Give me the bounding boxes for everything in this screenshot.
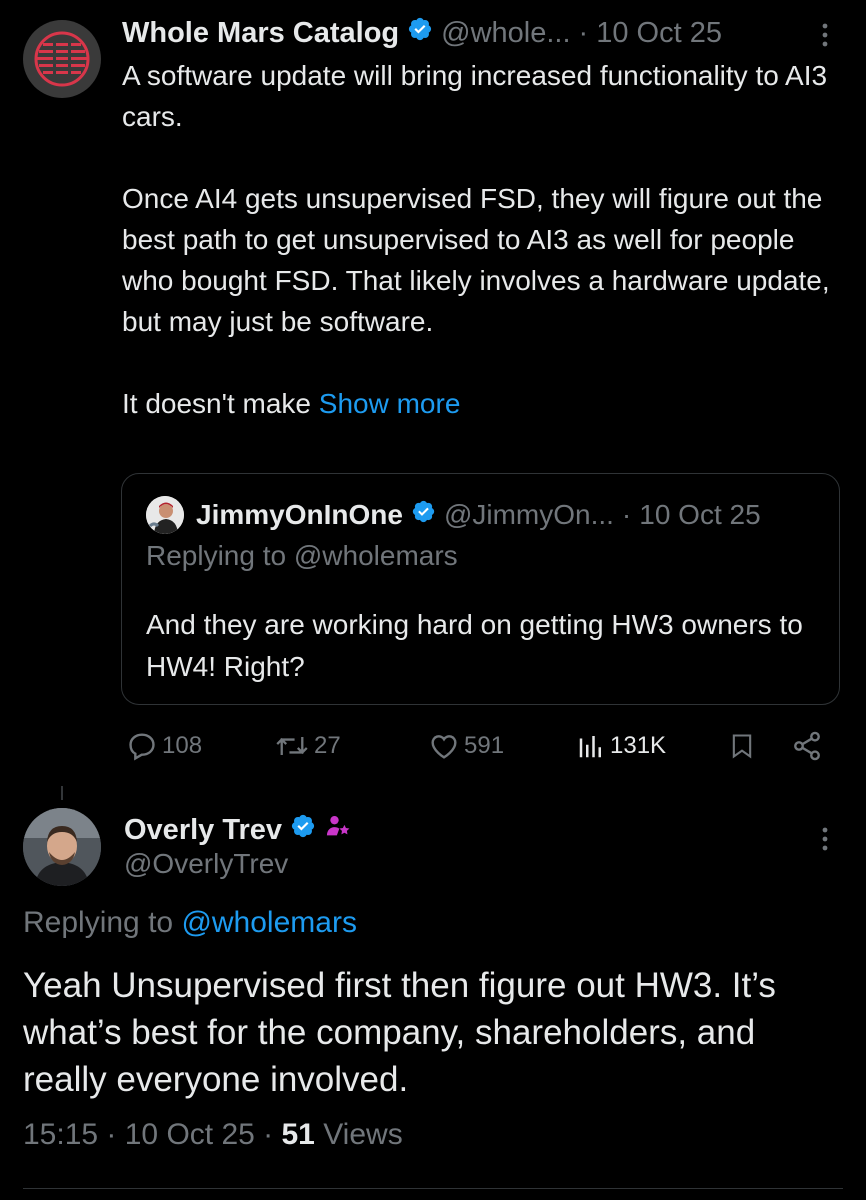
- avatar-whole-mars[interactable]: [23, 20, 101, 98]
- verified-badge-icon: [290, 813, 316, 847]
- avatar-jimmy: [146, 496, 184, 534]
- replying-to-handle-link[interactable]: @wholemars: [181, 906, 357, 939]
- reply-replying-to: Replying to @wholemars: [23, 906, 357, 940]
- reply-icon: [129, 733, 155, 761]
- reply-count: 108: [162, 732, 203, 759]
- reply-views-label: Views: [314, 1118, 403, 1151]
- reply-time[interactable]: 15:15: [23, 1118, 98, 1151]
- share-button[interactable]: [790, 728, 828, 764]
- header-separator: ·: [578, 16, 589, 49]
- divider: [23, 1188, 843, 1189]
- whole-mars-logo: [34, 31, 90, 87]
- reply-views-count: 51: [281, 1118, 315, 1151]
- quote-header: JimmyOnInOne @JimmyOn... · 10 Oct 25: [196, 494, 761, 536]
- views-button[interactable]: 131K: [576, 728, 666, 764]
- replying-prefix: Replying to: [23, 906, 182, 939]
- more-vert-icon[interactable]: [815, 824, 835, 854]
- repost-count: 27: [314, 732, 341, 759]
- quote-date: 10 Oct 25: [639, 499, 761, 530]
- reply-author-header: Overly Trev: [124, 810, 352, 850]
- meta-separator: ·: [254, 1118, 282, 1151]
- verified-badge-icon: [407, 16, 433, 50]
- reply-author-name[interactable]: Overly Trev: [124, 814, 282, 847]
- quote-text: And they are working hard on getting HW3…: [146, 609, 803, 682]
- tweet-paragraph: Once AI4 gets unsupervised FSD, they wil…: [122, 183, 830, 337]
- repost-icon: [276, 737, 308, 755]
- like-button[interactable]: 591: [428, 728, 504, 764]
- quoted-tweet-card[interactable]: JimmyOnInOne @JimmyOn... · 10 Oct 25 Rep…: [121, 473, 840, 705]
- tweet-paragraph: A software update will bring increased f…: [122, 60, 828, 132]
- quote-author-name[interactable]: JimmyOnInOne: [196, 499, 403, 531]
- reply-author-handle[interactable]: @OverlyTrev: [124, 848, 288, 880]
- meta-separator: ·: [98, 1118, 125, 1151]
- author-handle[interactable]: @whole...: [441, 17, 570, 50]
- more-vert-icon[interactable]: [815, 20, 835, 50]
- tweet-truncated-line: It doesn't make Show more: [122, 383, 842, 424]
- share-icon: [794, 731, 820, 761]
- views-count: 131K: [610, 732, 667, 759]
- avatar-overly-trev[interactable]: [23, 808, 101, 886]
- quote-separator: ·: [621, 499, 632, 530]
- reply-meta: 15:15 · 10 Oct 25 · 51 Views: [23, 1118, 403, 1152]
- bookmark-icon: [732, 734, 752, 759]
- reply-date[interactable]: 10 Oct 25: [125, 1118, 255, 1151]
- like-icon: [431, 735, 457, 759]
- like-count: 591: [464, 732, 505, 759]
- repost-button[interactable]: 27: [274, 728, 341, 764]
- bookmark-button[interactable]: [728, 728, 760, 764]
- thread-connector-line: [61, 786, 63, 800]
- views-icon: [579, 736, 601, 758]
- reply-button[interactable]: 108: [126, 728, 202, 764]
- tweet-date[interactable]: 10 Oct 25: [596, 17, 722, 50]
- author-name[interactable]: Whole Mars Catalog: [122, 17, 399, 50]
- reply-text: Yeah Unsupervised first then figure out …: [23, 966, 776, 1099]
- truncated-text: It doesn't make: [122, 388, 319, 419]
- quote-replying-to: Replying to @wholemars: [146, 540, 458, 571]
- verified-badge-icon: [411, 499, 436, 531]
- show-more-link[interactable]: Show more: [319, 388, 461, 419]
- tweet-header: Whole Mars Catalog @whole... · 10 Oct 25: [122, 14, 722, 52]
- quote-author-handle: @JimmyOn...: [443, 499, 614, 530]
- tweet-body: A software update will bring increased f…: [122, 55, 842, 424]
- subscriber-badge-icon: [324, 812, 352, 848]
